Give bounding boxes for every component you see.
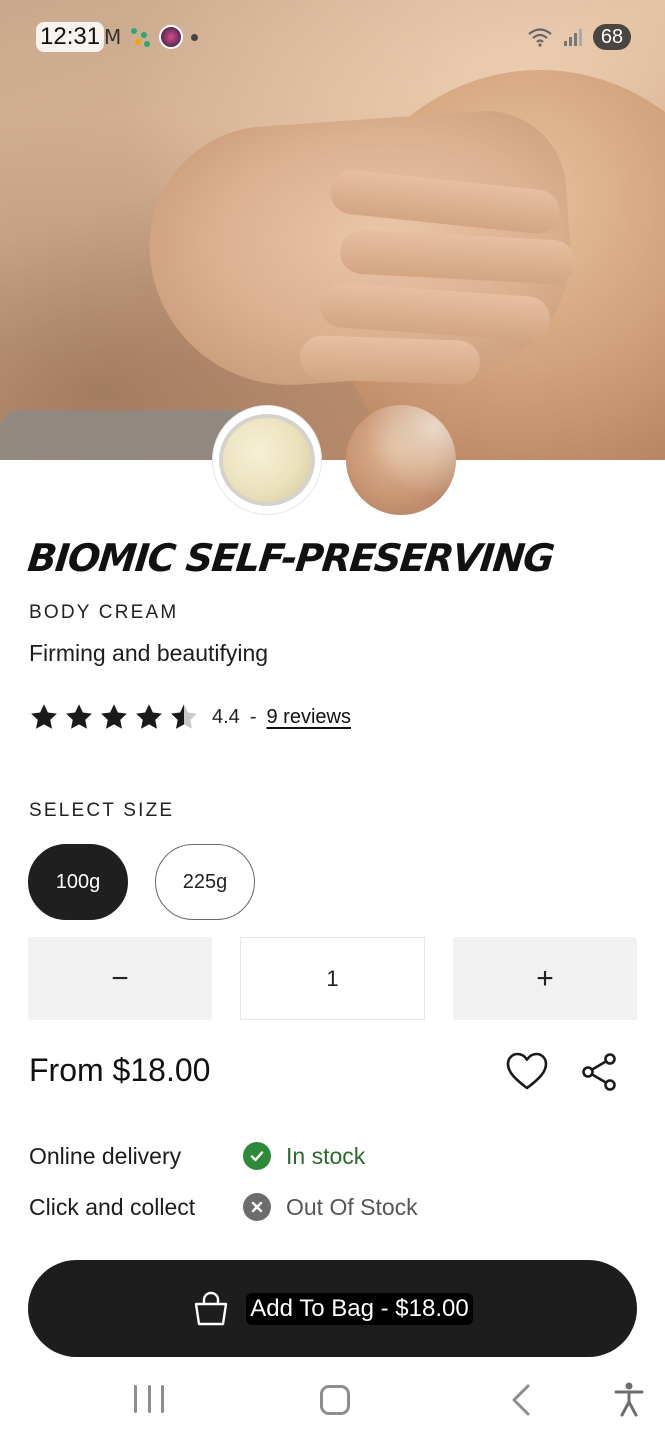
share-icon[interactable]	[580, 1052, 620, 1092]
star-icon	[31, 704, 57, 729]
product-tagline: Firming and beautifying	[29, 640, 269, 666]
home-icon[interactable]	[320, 1385, 350, 1415]
quantity-decrease-button[interactable]: −	[28, 937, 212, 1020]
accessibility-icon[interactable]	[612, 1381, 646, 1417]
thumbnail-body[interactable]	[346, 405, 456, 515]
app-dots-icon	[129, 26, 151, 48]
system-icons: 68	[527, 22, 631, 52]
availability-label: Click and collect	[29, 1193, 196, 1220]
add-to-bag-label: Add To Bag - $18.00	[246, 1292, 473, 1325]
x-circle-icon	[243, 1193, 271, 1221]
more-notifications-icon	[191, 33, 199, 41]
star-icon	[136, 704, 162, 729]
status-bar: 12:31 M 68	[0, 0, 665, 72]
star-icon	[66, 704, 92, 729]
battery-indicator: 68	[593, 24, 631, 50]
availability-click-and-collect: Click and collect Out Of Stock	[29, 1190, 418, 1224]
product-type: BODY CREAM	[29, 602, 179, 623]
notification-icons: M	[104, 22, 199, 52]
shopping-bag-icon	[195, 1291, 228, 1325]
status-time: 12:31	[36, 22, 105, 52]
rating-value: 4.4	[212, 705, 240, 728]
size-option-100g[interactable]: 100g	[28, 844, 128, 920]
availability-online-delivery: Online delivery In stock	[29, 1139, 365, 1173]
system-navigation-bar	[0, 1365, 665, 1440]
reviews-link[interactable]: 9 reviews	[266, 706, 350, 729]
rating-separator: -	[249, 705, 257, 728]
availability-label: Online delivery	[29, 1142, 182, 1169]
add-to-bag-button[interactable]: Add To Bag - $18.00	[28, 1260, 637, 1357]
star-icon	[101, 704, 127, 729]
back-icon[interactable]	[508, 1383, 536, 1417]
signal-icon	[564, 29, 582, 46]
product-title: BIOMIC SELF-PRESERVING	[25, 536, 556, 580]
price: From $18.00	[29, 1052, 211, 1088]
app-avatar-icon	[159, 25, 184, 49]
select-size-label: SELECT SIZE	[29, 800, 175, 821]
availability-status: Out Of Stock	[286, 1193, 418, 1220]
check-circle-icon	[243, 1142, 271, 1170]
rating-row: 4.4 - 9 reviews	[29, 700, 351, 734]
availability-status: In stock	[286, 1142, 366, 1169]
heart-icon[interactable]	[505, 1050, 549, 1094]
wifi-icon	[528, 28, 552, 47]
quantity-value[interactable]: 1	[240, 937, 425, 1020]
thumbnail-cream[interactable]	[212, 405, 322, 515]
size-option-225g[interactable]: 225g	[155, 844, 255, 920]
quantity-increase-button[interactable]: +	[453, 937, 637, 1020]
half-star-icon	[171, 704, 197, 729]
recent-apps-icon[interactable]	[134, 1385, 164, 1413]
gmail-icon: M	[104, 25, 122, 49]
